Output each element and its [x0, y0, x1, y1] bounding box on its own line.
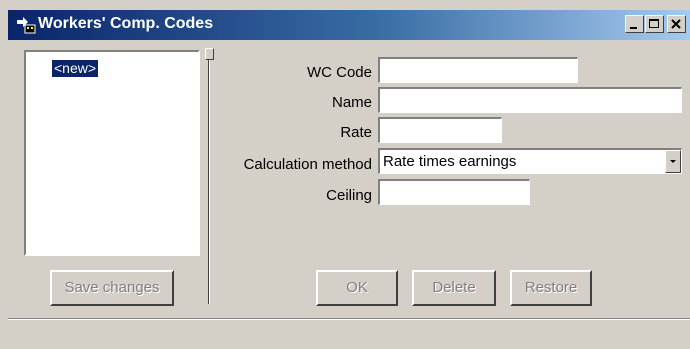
list-item[interactable]: <new> [52, 60, 99, 77]
splitter-handle[interactable] [205, 48, 214, 304]
name-field[interactable] [378, 87, 682, 113]
workers-comp-codes-window: Workers' Comp. Codes <new> Save changes … [0, 0, 690, 349]
calculation-method-select[interactable]: Rate times earnings [378, 148, 682, 174]
chevron-down-icon [670, 160, 676, 163]
calculation-method-label: Calculation method [243, 156, 372, 173]
status-bar-divider-highlight [8, 319, 690, 320]
title-bar[interactable]: Workers' Comp. Codes [8, 10, 690, 40]
save-changes-button[interactable]: Save changes [50, 270, 174, 306]
calculation-method-value: Rate times earnings [383, 153, 517, 170]
dropdown-button[interactable] [665, 150, 681, 173]
window-title: Workers' Comp. Codes [38, 15, 214, 32]
name-label: Name [331, 94, 372, 111]
close-button[interactable] [667, 15, 686, 33]
rate-field[interactable] [378, 117, 502, 143]
codes-list[interactable]: <new> [24, 50, 200, 256]
maximize-icon [649, 19, 659, 28]
restore-button[interactable]: Restore [510, 270, 592, 306]
ceiling-label: Ceiling [326, 187, 372, 204]
wc-code-field[interactable] [378, 57, 578, 83]
app-icon [17, 17, 36, 34]
ceiling-field[interactable] [378, 179, 530, 205]
wc-code-label: WC Code [306, 64, 372, 81]
minimize-icon [630, 27, 637, 29]
close-icon [671, 19, 681, 29]
minimize-button[interactable] [625, 15, 644, 33]
maximize-button[interactable] [645, 15, 664, 33]
delete-button[interactable]: Delete [412, 270, 496, 306]
ok-button[interactable]: OK [316, 270, 398, 306]
rate-label: Rate [340, 124, 372, 141]
